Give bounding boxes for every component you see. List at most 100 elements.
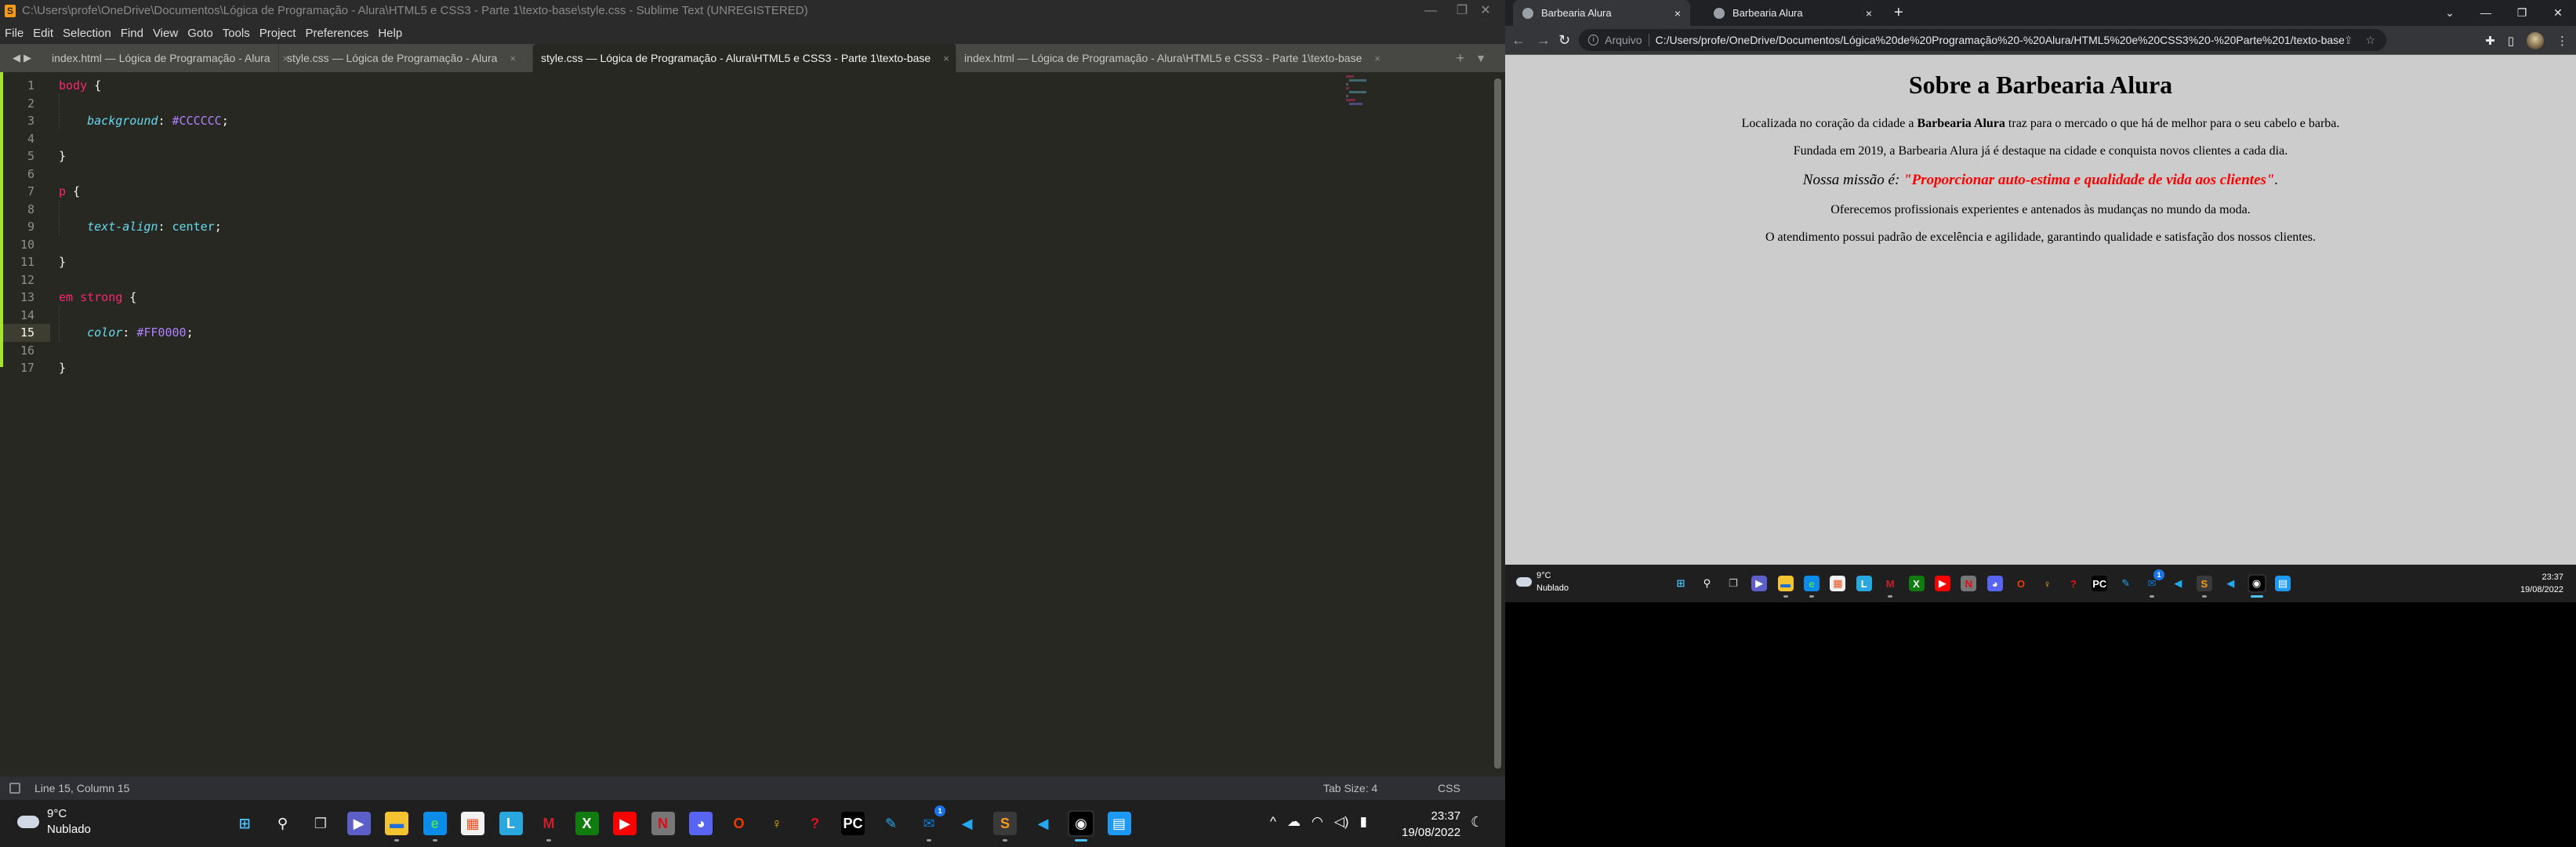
share-icon[interactable]: ⇪ [2344, 34, 2353, 47]
taskbar-app-xbox[interactable]: X [1907, 574, 1926, 593]
taskbar-app-task-view[interactable]: ❐ [307, 810, 334, 837]
taskbar-app-sublime-text[interactable]: S [2195, 574, 2214, 598]
taskbar-app-mcafee[interactable]: M [1881, 574, 1899, 598]
close-window-icon[interactable]: ✕ [2540, 0, 2576, 26]
vertical-scrollbar[interactable] [1494, 78, 1501, 769]
address-bar[interactable]: i Arquivo C:/Users/profe/OneDrive/Docume… [1579, 29, 2386, 51]
info-icon[interactable]: i [1588, 35, 1599, 45]
syntax-selector[interactable]: CSS [1438, 776, 1460, 800]
tab-close-icon[interactable]: × [943, 53, 949, 64]
taskbar-app-search[interactable]: ⚲ [270, 810, 296, 837]
taskbar-app-office[interactable]: O [2012, 574, 2030, 593]
taskbar-app-libreoffice-writer[interactable]: ▤ [2273, 574, 2292, 593]
taskbar-app-discord[interactable]: ◕ [688, 810, 714, 837]
taskbar-app-lightshot[interactable]: L [498, 810, 524, 837]
side-panel-icon[interactable]: ▯ [2508, 34, 2514, 48]
tab-close-icon[interactable]: × [510, 53, 516, 64]
tab-search-chevron-icon[interactable]: ⌄ [2432, 0, 2468, 26]
taskbar-app-teams-chat[interactable]: ▶ [346, 810, 372, 837]
taskbar-app-chrome-incognito[interactable]: ◉ [1068, 810, 1094, 842]
taskbar-app-netflix[interactable]: N [1959, 574, 1978, 593]
wifi-icon[interactable]: ◠ [1312, 814, 1323, 830]
taskbar-app-netflix[interactable]: N [650, 810, 677, 837]
onedrive-icon[interactable]: ☁ [1287, 814, 1301, 830]
taskbar-app-xbox[interactable]: X [574, 810, 600, 837]
minimap[interactable] [1346, 75, 1377, 107]
menu-help[interactable]: Help [378, 27, 402, 40]
taskbar-app-mcafee[interactable]: M [535, 810, 562, 842]
taskbar-app-books-app[interactable]: ? [802, 810, 829, 837]
menu-selection[interactable]: Selection [63, 27, 111, 40]
tab-close-icon[interactable]: × [1866, 7, 1872, 20]
tab-close-icon[interactable]: × [1674, 7, 1681, 20]
taskbar-app-pycharm[interactable]: PC [840, 810, 866, 837]
taskbar-app-vscode-2[interactable]: ◀ [1030, 810, 1057, 837]
taskbar-app-file-explorer[interactable]: ▬ [1776, 574, 1795, 598]
menu-edit[interactable]: Edit [33, 27, 53, 40]
browser-tab-active[interactable]: Barbearia Alura × [1513, 0, 1690, 26]
taskbar-app-edge[interactable]: e [422, 810, 448, 842]
taskbar-app-chrome-incognito[interactable]: ◉ [2247, 574, 2266, 598]
panel-toggle-icon[interactable] [9, 783, 20, 794]
editor-tab[interactable]: index.html — Lógica de Programação - Alu… [956, 44, 1381, 72]
focus-assist-moon-icon[interactable]: ☾ [1471, 814, 1483, 831]
menu-view[interactable]: View [153, 27, 178, 40]
new-tab-button[interactable]: + [1894, 0, 1903, 26]
tab-close-icon[interactable]: × [1374, 53, 1381, 64]
taskbar-app-search[interactable]: ⚲ [1697, 574, 1716, 593]
taskbar-app-office[interactable]: O [726, 810, 753, 837]
url-text[interactable]: C:/Users/profe/OneDrive/Documentos/Lógic… [1656, 34, 2344, 46]
bookmark-star-icon[interactable]: ☆ [2365, 34, 2375, 47]
minimize-icon[interactable]: — [2468, 0, 2504, 26]
taskbar-app-file-explorer[interactable]: ▬ [383, 810, 410, 842]
taskbar-app-vscode[interactable]: ◀ [954, 810, 981, 837]
weather-widget[interactable]: 9°C Nublado [17, 806, 91, 838]
menu-find[interactable]: Find [121, 27, 143, 40]
taskbar-app-books-app[interactable]: ? [2064, 574, 2083, 593]
back-icon[interactable]: ← [1511, 26, 1526, 55]
taskbar-app-libreoffice-writer[interactable]: ▤ [1106, 810, 1133, 837]
editor-tab-active[interactable]: style.css — Lógica de Programação - Alur… [533, 44, 956, 72]
restore-icon[interactable]: ❐ [2504, 0, 2540, 26]
taskbar-app-sublime-text[interactable]: S [992, 810, 1018, 842]
taskbar-app-lightshot[interactable]: L [1855, 574, 1874, 593]
taskbar-app-teams-chat[interactable]: ▶ [1750, 574, 1769, 593]
browser-tab[interactable]: Barbearia Alura × [1704, 0, 1881, 26]
taskbar-app-youtube[interactable]: ▶ [611, 810, 638, 837]
tab-navigation[interactable]: ◀ ▶ [0, 44, 44, 72]
taskbar-app-paint[interactable]: ✎ [878, 810, 905, 837]
taskbar-app-edge[interactable]: e [1802, 574, 1821, 598]
forward-icon[interactable]: → [1537, 26, 1551, 55]
taskbar-app-discord[interactable]: ◕ [1986, 574, 2005, 593]
taskbar-app-mail[interactable]: ✉ 1 [2142, 569, 2165, 598]
profile-avatar[interactable] [2527, 31, 2544, 49]
close-window-icon[interactable]: ✕ [1466, 0, 1505, 22]
tab-list-dropdown-icon[interactable]: ▼ [1475, 52, 1486, 64]
extensions-puzzle-icon[interactable]: ✚ [2485, 34, 2495, 48]
weather-widget[interactable]: 9°C Nublado [1516, 569, 1569, 594]
taskbar-app-pycharm[interactable]: PC [2090, 574, 2109, 593]
taskbar-app-microsoft-store[interactable]: ▦ [459, 810, 486, 837]
tab-prev-icon[interactable]: ◀ [13, 52, 20, 64]
show-hidden-icons-icon[interactable]: ^ [1270, 814, 1276, 830]
taskbar-app-task-view[interactable]: ❐ [1724, 574, 1743, 593]
clock[interactable]: 23:37 19/08/2022 [1402, 808, 1460, 841]
menu-project[interactable]: Project [259, 27, 296, 40]
volume-icon[interactable]: ◁) [1334, 814, 1349, 830]
taskbar-app-paint[interactable]: ✎ [2117, 574, 2135, 593]
code-editor[interactable]: 1 2 3 4 5 6 7 8 9 10 11 12 13 14 15 16 1… [0, 72, 1505, 776]
menu-tools[interactable]: Tools [223, 27, 250, 40]
editor-tab[interactable]: index.html — Lógica de Programação - Alu… [44, 44, 288, 72]
tab-next-icon[interactable]: ▶ [24, 52, 31, 64]
menu-goto[interactable]: Goto [187, 27, 213, 40]
menu-file[interactable]: File [5, 27, 24, 40]
menu-preferences[interactable]: Preferences [305, 27, 368, 40]
new-tab-icon[interactable]: + [1457, 50, 1465, 67]
taskbar-app-start[interactable]: ⊞ [1671, 574, 1690, 593]
taskbar-app-vscode[interactable]: ◀ [2168, 574, 2187, 593]
taskbar-app-microsoft-store[interactable]: ▦ [1828, 574, 1847, 593]
taskbar-app-start[interactable]: ⊞ [231, 810, 258, 837]
taskbar-app-youtube[interactable]: ▶ [1933, 574, 1952, 593]
reload-icon[interactable]: ↻ [1558, 26, 1570, 55]
clock[interactable]: 23:37 19/08/2022 [2520, 571, 2563, 596]
